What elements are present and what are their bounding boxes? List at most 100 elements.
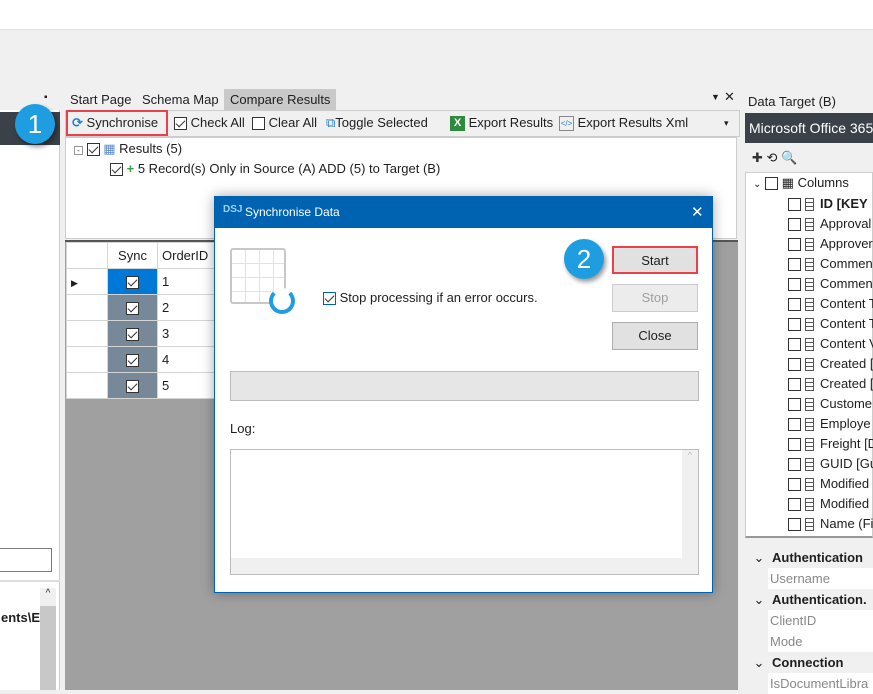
toggle-selected-button[interactable]: ⧉Toggle Selected bbox=[326, 113, 428, 133]
sync-icon: ⟳ bbox=[72, 115, 83, 130]
table-row[interactable]: ▶ 1 bbox=[66, 268, 216, 295]
add-connection-icon[interactable]: ✚ bbox=[752, 150, 763, 165]
left-scrollbar[interactable]: ^ bbox=[40, 588, 56, 690]
property-item[interactable]: IsDocumentLibra bbox=[746, 673, 873, 694]
columns-node[interactable]: ⌄ ▦ Columns bbox=[753, 175, 849, 191]
stop-button[interactable]: Stop bbox=[612, 284, 698, 312]
close-icon[interactable]: ✕ bbox=[691, 203, 704, 221]
property-group[interactable]: ⌄ Connection bbox=[746, 652, 873, 673]
column-item[interactable]: Content T bbox=[788, 314, 873, 334]
column-checkbox[interactable] bbox=[788, 258, 801, 272]
column-checkbox[interactable] bbox=[788, 218, 801, 232]
column-checkbox[interactable] bbox=[788, 338, 801, 352]
stop-on-error-checkbox[interactable]: Stop processing if an error occurs. bbox=[323, 290, 538, 306]
table-row[interactable]: 2 bbox=[66, 294, 216, 321]
log-scrollbar[interactable]: ^ bbox=[682, 450, 698, 558]
property-item[interactable]: Mode bbox=[746, 631, 873, 652]
export-results-button[interactable]: X Export Results bbox=[450, 113, 553, 133]
column-item[interactable]: Created [ bbox=[788, 374, 873, 394]
child-checkbox[interactable] bbox=[110, 163, 123, 177]
log-label: Log: bbox=[230, 421, 256, 436]
close-button[interactable]: Close bbox=[612, 322, 698, 350]
log-hscrollbar[interactable] bbox=[231, 558, 698, 574]
column-item[interactable]: Freight [D bbox=[788, 434, 873, 454]
column-item[interactable]: Name (Fi bbox=[788, 514, 873, 534]
export-results-xml-button[interactable]: </> Export Results Xml bbox=[559, 113, 688, 133]
column-checkbox[interactable] bbox=[788, 438, 801, 452]
column-checkbox[interactable] bbox=[788, 418, 801, 432]
sync-checkbox[interactable] bbox=[126, 302, 139, 316]
column-checkbox[interactable] bbox=[788, 278, 801, 292]
column-checkbox[interactable] bbox=[788, 238, 801, 252]
columns-checkbox[interactable] bbox=[765, 177, 779, 191]
sync-checkbox[interactable] bbox=[126, 328, 139, 342]
field-icon bbox=[805, 438, 814, 452]
field-icon bbox=[805, 498, 814, 512]
toolbar-overflow-icon[interactable]: ▾ bbox=[724, 118, 729, 129]
column-header-sync[interactable]: Sync bbox=[107, 242, 158, 269]
column-item[interactable]: GUID [Gu bbox=[788, 454, 873, 474]
clear-all-button[interactable]: Clear All bbox=[252, 113, 317, 133]
column-checkbox[interactable] bbox=[788, 358, 801, 372]
column-checkbox[interactable] bbox=[788, 298, 801, 312]
tab-compare-results[interactable]: Compare Results bbox=[224, 89, 337, 110]
query-icon[interactable]: 🔍 bbox=[781, 150, 797, 165]
column-item[interactable]: Created [ bbox=[788, 354, 873, 374]
column-item[interactable]: ID [KEY bbox=[788, 194, 868, 214]
field-icon bbox=[805, 518, 814, 532]
column-item[interactable]: Modified bbox=[788, 494, 869, 514]
start-button[interactable]: Start bbox=[612, 246, 698, 274]
chevron-down-icon[interactable]: ⌄ bbox=[746, 547, 772, 568]
synchronise-button[interactable]: ⟳ Synchronise bbox=[66, 110, 168, 136]
results-checkbox[interactable] bbox=[86, 143, 100, 157]
left-search-input[interactable] bbox=[0, 548, 52, 572]
table-row[interactable]: 3 bbox=[66, 320, 216, 347]
check-all-button[interactable]: Check All bbox=[174, 113, 245, 133]
column-item[interactable]: Commen bbox=[788, 274, 873, 294]
property-item[interactable]: ClientID bbox=[746, 610, 873, 631]
sync-checkbox[interactable] bbox=[126, 380, 139, 394]
collapse-icon[interactable]: - bbox=[74, 146, 83, 155]
column-item[interactable]: Content V bbox=[788, 334, 873, 354]
column-checkbox[interactable] bbox=[788, 498, 801, 512]
column-item[interactable]: Approval bbox=[788, 214, 871, 234]
clear-all-icon bbox=[252, 117, 265, 131]
column-item[interactable]: Custome bbox=[788, 394, 872, 414]
column-checkbox[interactable] bbox=[788, 518, 801, 532]
column-checkbox[interactable] bbox=[788, 458, 801, 472]
column-checkbox[interactable] bbox=[788, 378, 801, 392]
pin-icon[interactable]: ▪ bbox=[44, 92, 48, 103]
column-checkbox[interactable] bbox=[788, 198, 801, 212]
close-tab-icon[interactable]: ✕ bbox=[724, 89, 735, 105]
progress-bar bbox=[230, 371, 699, 401]
table-row[interactable]: 4 bbox=[66, 346, 216, 373]
refresh-icon[interactable]: ⟲ bbox=[767, 150, 778, 165]
chevron-down-icon[interactable]: ⌄ bbox=[746, 652, 772, 673]
property-group[interactable]: ⌄ Authentication. bbox=[746, 589, 873, 610]
chevron-down-icon[interactable]: ⌄ bbox=[746, 589, 772, 610]
table-row[interactable]: 5 bbox=[66, 372, 216, 399]
column-item[interactable]: Modified bbox=[788, 474, 869, 494]
tree-root[interactable]: - ▦ Results (5) bbox=[74, 141, 182, 157]
chevron-down-icon[interactable]: ⌄ bbox=[753, 179, 761, 190]
add-icon: + bbox=[126, 161, 135, 176]
tab-menu-icon[interactable]: ▼ bbox=[711, 92, 720, 102]
key-field-icon bbox=[805, 198, 814, 212]
column-item[interactable]: Commen bbox=[788, 254, 873, 274]
sync-checkbox[interactable] bbox=[126, 354, 139, 368]
property-group[interactable]: ⌄ Authentication bbox=[746, 547, 873, 568]
tree-child[interactable]: + 5 Record(s) Only in Source (A) ADD (5)… bbox=[110, 161, 440, 177]
column-header-orderid[interactable]: OrderID bbox=[157, 242, 216, 269]
column-checkbox[interactable] bbox=[788, 478, 801, 492]
column-item[interactable]: Content T bbox=[788, 294, 873, 314]
column-checkbox[interactable] bbox=[788, 318, 801, 332]
log-textarea[interactable]: ^ bbox=[230, 449, 699, 575]
property-item[interactable]: Username bbox=[746, 568, 873, 589]
field-icon bbox=[805, 218, 814, 232]
column-item[interactable]: Employe bbox=[788, 414, 871, 434]
column-item[interactable]: Approver bbox=[788, 234, 873, 254]
sync-checkbox[interactable] bbox=[126, 276, 139, 290]
tab-schema-map[interactable]: Schema Map bbox=[142, 92, 219, 107]
tab-start-page[interactable]: Start Page bbox=[70, 92, 131, 110]
column-checkbox[interactable] bbox=[788, 398, 801, 412]
